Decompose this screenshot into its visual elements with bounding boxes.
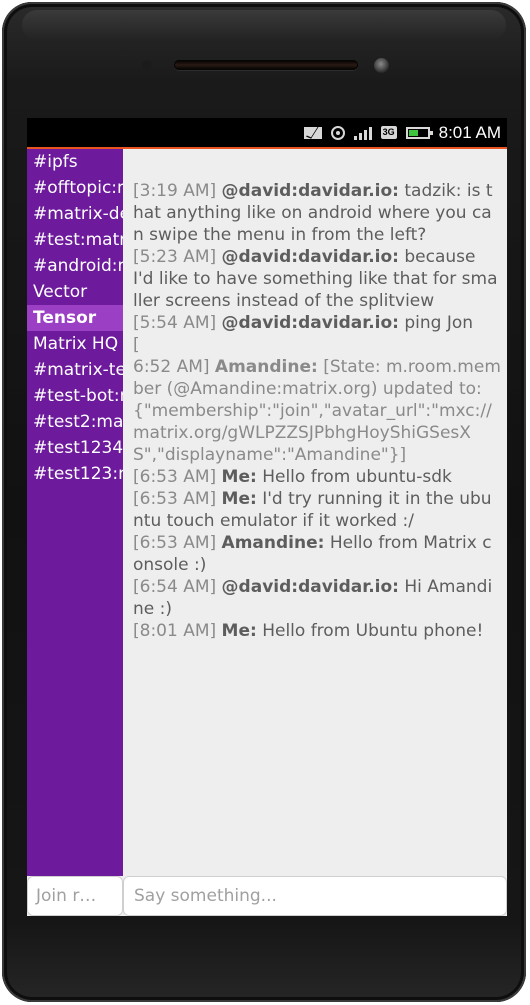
message-time: [6:53 AM] bbox=[133, 467, 217, 487]
status-bar[interactable]: 3G 8:01 AM bbox=[27, 118, 507, 149]
room-item[interactable]: #test-bot:m bbox=[27, 383, 123, 409]
room-item[interactable]: #test:matr bbox=[27, 227, 123, 253]
chat-view[interactable]: [3:19 AM] @david:davidar.io: tadzik: is … bbox=[123, 149, 507, 876]
room-item[interactable]: #android:m bbox=[27, 253, 123, 279]
mail-icon[interactable] bbox=[303, 126, 322, 139]
message-sender: @david:davidar.io: bbox=[221, 313, 399, 333]
message-text: ping Jon bbox=[404, 313, 474, 333]
room-item[interactable]: Matrix HQ bbox=[27, 331, 123, 357]
front-camera-icon bbox=[374, 58, 389, 73]
room-item[interactable]: #test2:ma bbox=[27, 409, 123, 435]
message: 6:52 AM] Amandine: [State: m.room.member… bbox=[133, 356, 501, 466]
message: [3:19 AM] @david:davidar.io: tadzik: is … bbox=[133, 180, 501, 246]
room-item[interactable]: #test1234 bbox=[27, 435, 123, 461]
message-time: [6:53 AM] bbox=[133, 489, 217, 509]
room-item[interactable]: Vector bbox=[27, 279, 123, 305]
message-sender: @david:davidar.io: bbox=[221, 577, 399, 597]
room-item-selected[interactable]: Tensor bbox=[27, 305, 123, 331]
message: [6:53 AM] Me: I'd try running it in the … bbox=[133, 488, 501, 532]
message-time: 6:52 AM] bbox=[133, 357, 210, 377]
proximity-sensor bbox=[142, 60, 152, 70]
message: [5:23 AM] @david:davidar.io: because I'd… bbox=[133, 246, 501, 312]
message-input[interactable]: Say something... bbox=[123, 876, 507, 916]
message: [6:53 AM] Me: Hello from ubuntu-sdk bbox=[133, 466, 501, 488]
message-time: [3:19 AM] bbox=[133, 181, 217, 201]
message-time: [6:53 AM] bbox=[133, 533, 217, 553]
message-time: [5:54 AM] bbox=[133, 313, 217, 333]
join-room-input[interactable]: Join r… bbox=[27, 876, 123, 916]
message-sender: Me: bbox=[221, 489, 257, 509]
status-indicators[interactable]: 3G 8:01 AM bbox=[303, 118, 501, 147]
message-time: [ bbox=[133, 335, 140, 355]
message: [6:54 AM] @david:davidar.io: Hi Amandine… bbox=[133, 576, 501, 620]
room-item[interactable]: #test123:m bbox=[27, 461, 123, 487]
signal-icon[interactable] bbox=[353, 126, 372, 140]
message-sender: Amandine: bbox=[221, 533, 325, 553]
message: [8:01 AM] Me: Hello from Ubuntu phone! bbox=[133, 620, 501, 642]
message: [ bbox=[133, 334, 501, 356]
message: [5:54 AM] @david:davidar.io: ping Jon bbox=[133, 312, 501, 334]
room-item[interactable]: #offtopic:m bbox=[27, 175, 123, 201]
screen: 3G 8:01 AM #ipfs #offtopic:m #matrix-de … bbox=[27, 118, 507, 916]
message-text: Hello from Ubuntu phone! bbox=[262, 621, 484, 641]
message-sender: @david:davidar.io: bbox=[221, 181, 399, 201]
room-item[interactable]: #matrix-te bbox=[27, 357, 123, 383]
clock[interactable]: 8:01 AM bbox=[439, 123, 501, 143]
bezel-shine bbox=[22, 10, 506, 40]
message-time: [8:01 AM] bbox=[133, 621, 217, 641]
message-sender: Me: bbox=[221, 467, 257, 487]
message-time: [5:23 AM] bbox=[133, 247, 217, 267]
network-3g-icon[interactable]: 3G bbox=[380, 126, 397, 139]
message-text: Hello from ubuntu-sdk bbox=[262, 467, 452, 487]
earpiece-speaker bbox=[174, 60, 358, 70]
room-item[interactable]: #matrix-de bbox=[27, 201, 123, 227]
message-list[interactable]: [3:19 AM] @david:davidar.io: tadzik: is … bbox=[133, 180, 501, 642]
location-icon[interactable] bbox=[330, 125, 345, 140]
message-sender: Amandine: bbox=[214, 357, 318, 377]
message-sender: @david:davidar.io: bbox=[221, 247, 399, 267]
message: [6:53 AM] Amandine: Hello from Matrix co… bbox=[133, 532, 501, 576]
message-time: [6:54 AM] bbox=[133, 577, 217, 597]
battery-icon[interactable] bbox=[405, 126, 433, 139]
message-sender: Me: bbox=[221, 621, 257, 641]
room-item[interactable]: #ipfs bbox=[27, 149, 123, 175]
room-list: #ipfs #offtopic:m #matrix-de #test:matr … bbox=[27, 149, 123, 876]
